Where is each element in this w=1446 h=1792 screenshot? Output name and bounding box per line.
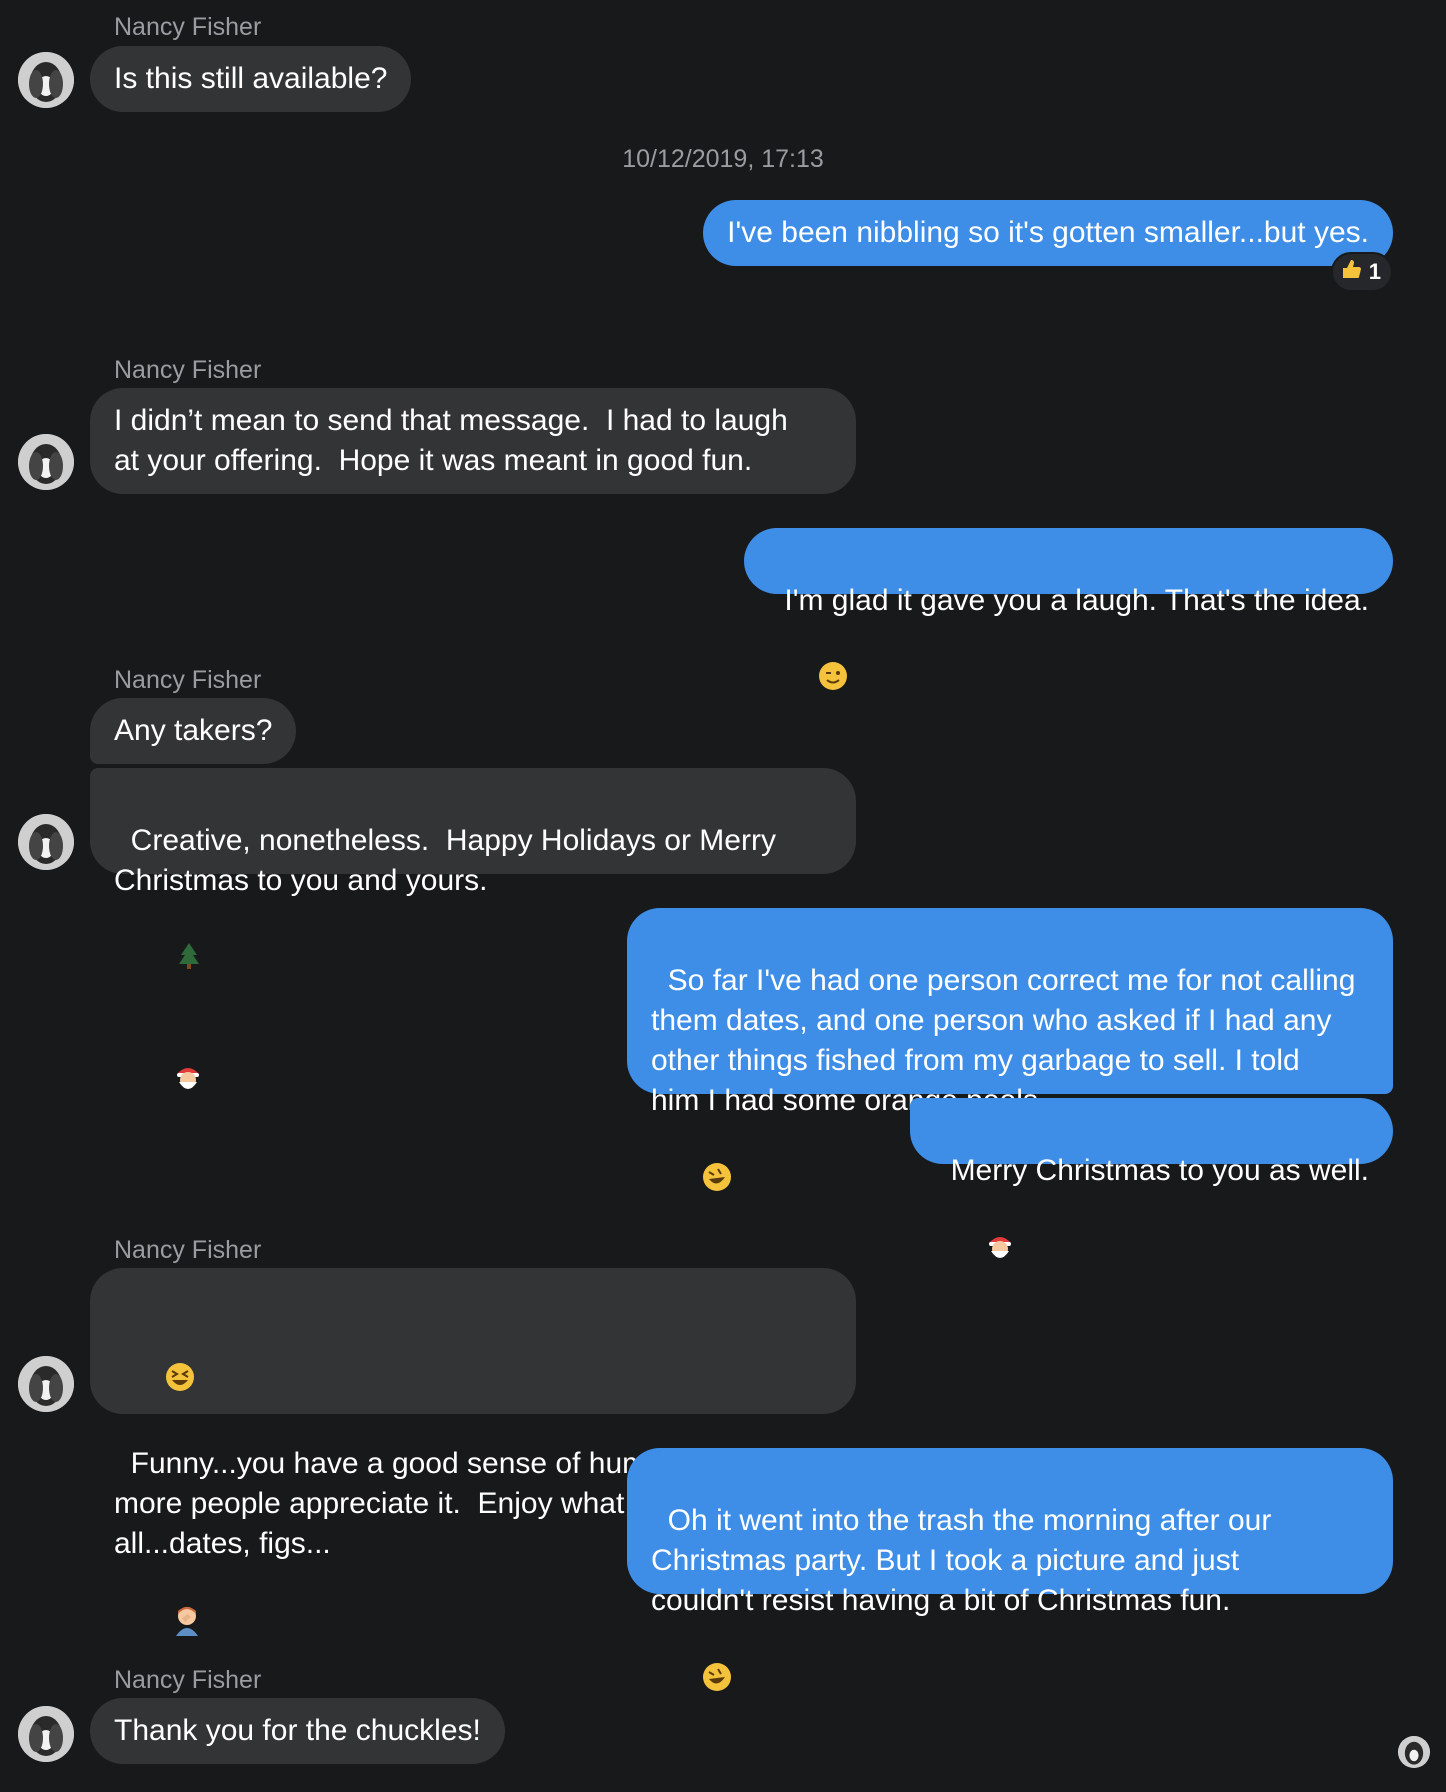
sender-name: Nancy Fisher	[114, 13, 262, 41]
contact-avatar[interactable]	[18, 1706, 74, 1762]
rofl-emoji-icon	[668, 1621, 733, 1744]
contact-avatar[interactable]	[18, 814, 74, 870]
sender-name: Nancy Fisher	[114, 356, 262, 384]
thumbs-up-icon	[1339, 257, 1363, 287]
message-bubble-incoming[interactable]: Creative, nonetheless. Happy Holidays or…	[90, 768, 856, 1089]
message-bubble-outgoing[interactable]: So far I've had one person correct me fo…	[627, 908, 1393, 1191]
message-bubble-incoming[interactable]: Thank you for the chuckles!	[90, 1698, 505, 1764]
message-bubble-outgoing[interactable]: I've been nibbling so it's gotten smalle…	[703, 200, 1393, 266]
message-reaction[interactable]: 1	[1330, 252, 1393, 292]
read-receipt-avatar	[1398, 1736, 1430, 1768]
message-bubble-incoming[interactable]: I didn’t mean to send that message. I ha…	[90, 388, 856, 494]
contact-avatar[interactable]	[18, 52, 74, 108]
rofl-emoji-icon	[668, 1121, 733, 1244]
message-bubble-outgoing[interactable]: I'm glad it gave you a laugh. That's the…	[743, 528, 1393, 690]
message-bubble-outgoing[interactable]: Merry Christmas to you as well.	[909, 1098, 1393, 1258]
santa-emoji-icon	[951, 1191, 1016, 1314]
christmas-tree-emoji-icon	[143, 901, 202, 1022]
message-bubble-outgoing[interactable]: Oh it went into the trash the morning af…	[627, 1448, 1393, 1691]
contact-avatar[interactable]	[18, 1356, 74, 1412]
conversation-timestamp: 10/12/2019, 17:13	[622, 145, 824, 173]
santa-emoji-icon	[139, 1022, 204, 1145]
laughing-emoji-icon	[131, 1321, 196, 1444]
message-text: Oh it went into the trash the morning af…	[651, 1504, 1272, 1617]
contact-avatar[interactable]	[18, 434, 74, 490]
wink-emoji-icon	[784, 621, 847, 742]
message-text: I'm glad it gave you a laugh. That's the…	[784, 584, 1369, 617]
message-bubble-incoming[interactable]: Is this still available?	[90, 46, 412, 112]
message-text: So far I've had one person correct me fo…	[651, 964, 1356, 1117]
message-bubble-incoming[interactable]: Any takers?	[90, 698, 297, 764]
sender-name: Nancy Fisher	[114, 1666, 262, 1694]
message-bubble-incoming[interactable]: Funny...you have a good sense of humor. …	[90, 1268, 856, 1636]
sender-name: Nancy Fisher	[114, 1236, 262, 1264]
reaction-count: 1	[1368, 259, 1381, 284]
sender-name: Nancy Fisher	[114, 666, 262, 694]
message-text: Creative, nonetheless. Happy Holidays or…	[114, 824, 776, 897]
message-text: Merry Christmas to you as well.	[950, 1154, 1369, 1187]
